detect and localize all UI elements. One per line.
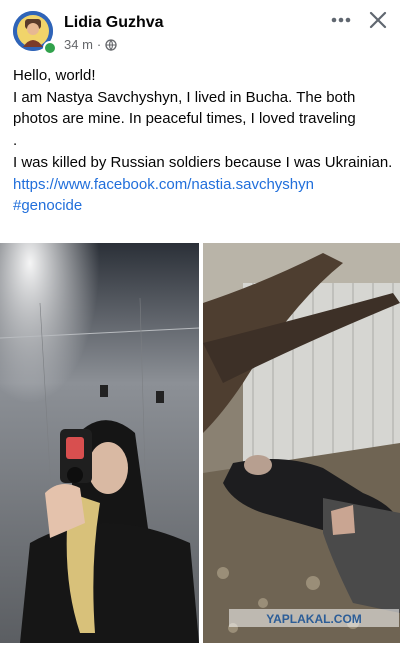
- post-meta: 34 m ·: [64, 37, 117, 52]
- online-status-dot: [43, 41, 57, 55]
- photo-grid: YAPLAKAL.COM: [0, 243, 400, 643]
- profile-link[interactable]: https://www.facebook.com/nastia.savchysh…: [13, 176, 314, 193]
- meta-separator: ·: [96, 37, 102, 52]
- close-button[interactable]: [366, 8, 390, 32]
- author-name[interactable]: Lidia Guzhva: [64, 14, 164, 32]
- post-text-line: I was killed by Russian soldiers because…: [13, 153, 393, 171]
- post-text-line: Hello, world!: [13, 67, 96, 84]
- watermark-text: YAPLAKAL.COM: [266, 612, 362, 626]
- close-icon: [369, 11, 387, 29]
- hashtag-link[interactable]: #genocide: [13, 197, 82, 214]
- more-horizontal-icon: [331, 17, 351, 23]
- post-header: Lidia Guzhva 34 m ·: [0, 0, 400, 60]
- photo-outdoor[interactable]: YAPLAKAL.COM: [203, 243, 400, 643]
- post-text: Hello, world! I am Nastya Savchyshyn, I …: [13, 65, 393, 217]
- post-text-line: I am Nastya Savchyshyn, I lived in Bucha…: [13, 88, 356, 128]
- post-text-line: .: [13, 132, 18, 150]
- photo-selfie[interactable]: [0, 243, 199, 643]
- more-options-button[interactable]: [329, 10, 353, 30]
- post-time[interactable]: 34 m: [64, 37, 93, 52]
- globe-icon: [105, 38, 117, 51]
